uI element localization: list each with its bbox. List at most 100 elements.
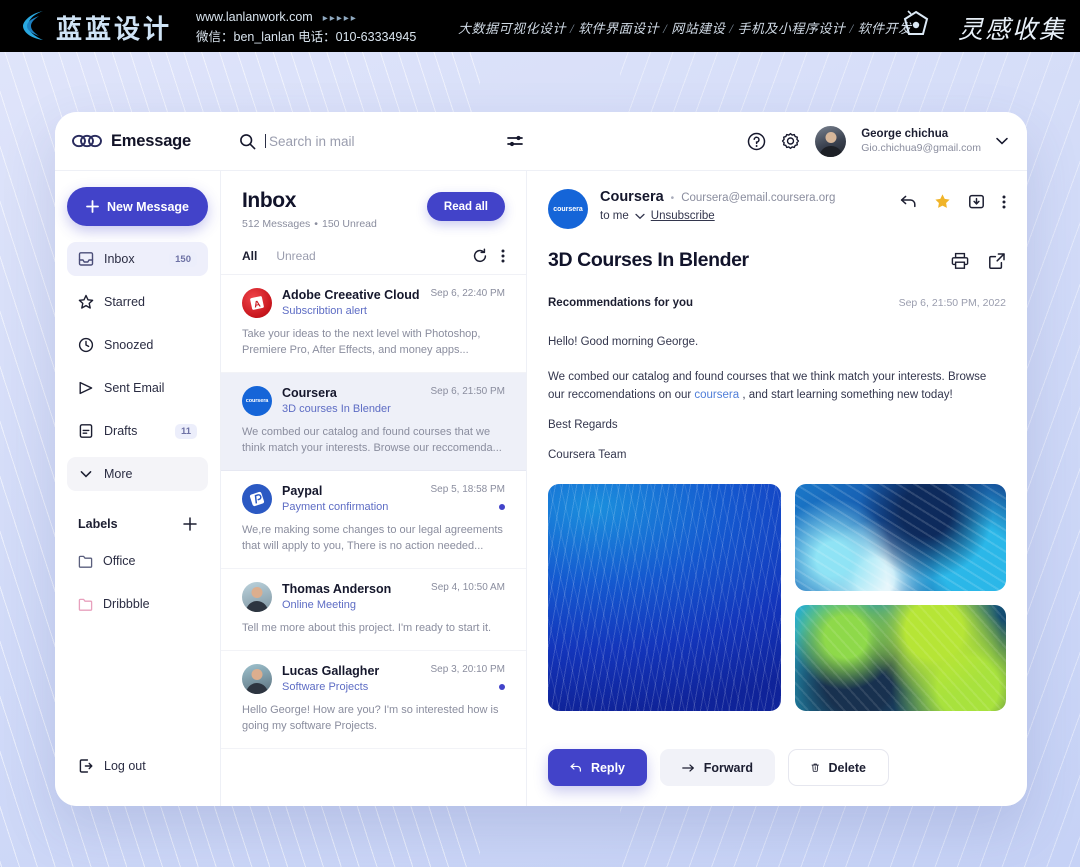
email-signoff: Best Regards — [548, 419, 618, 431]
sidebar-label-text: Dribbble — [103, 597, 150, 611]
filter-icon[interactable] — [507, 134, 524, 148]
detail-sender-email: Coursera@email.coursera.org — [681, 192, 836, 204]
list-header: Inbox 512 Messages • 150 Unread Read all — [221, 171, 526, 240]
sidebar-badge: 150 — [169, 251, 197, 267]
star-icon[interactable] — [934, 193, 951, 210]
contact-photo — [242, 664, 272, 694]
sidebar-badge: 11 — [174, 423, 197, 439]
detail-action-bar: Reply Forward Delete — [548, 731, 1006, 806]
avatar[interactable] — [815, 125, 847, 157]
coursera-link[interactable]: coursera — [694, 389, 739, 401]
chevron-down-icon[interactable] — [996, 137, 1008, 145]
detail-meta-row: Recommendations for you Sep 6, 21:50 PM,… — [548, 297, 1006, 311]
table-row[interactable]: Paypal Payment confirmation Sep 5, 18:58… — [221, 471, 526, 569]
sidebar-label-dribbble[interactable]: Dribbble — [67, 587, 208, 621]
email-body: Hello! Good morning George. We combed ou… — [548, 333, 1006, 476]
chevron-down-icon — [80, 471, 92, 478]
page-title: Inbox — [242, 189, 296, 212]
gallery-image-bottom[interactable] — [795, 605, 1006, 711]
unsubscribe-link[interactable]: Unsubscribe — [651, 210, 715, 222]
email-subject-title: 3D Courses In Blender — [548, 249, 749, 271]
face-head — [251, 669, 263, 681]
email-app-window: Emessage Search in mail George chichua G… — [55, 112, 1027, 806]
star-icon — [78, 294, 94, 309]
inbox-icon — [78, 252, 94, 266]
forward-button[interactable]: Forward — [660, 749, 775, 786]
help-icon[interactable] — [747, 132, 766, 151]
detail-separator: • — [670, 193, 675, 204]
search-input[interactable]: Search in mail — [239, 124, 524, 158]
sidebar-item-sent-email[interactable]: Sent Email — [67, 371, 208, 405]
gear-icon[interactable] — [781, 132, 800, 151]
more-options-icon[interactable] — [501, 248, 505, 264]
table-row[interactable]: A Adobe Creeative Cloud Subscribtion ale… — [221, 275, 526, 373]
app-brand: Emessage — [55, 132, 221, 151]
lanlan-logo-icon — [23, 11, 43, 40]
banner-logo-text: 蓝蓝设计 — [56, 14, 173, 44]
sidebar-label-office[interactable]: Office — [67, 544, 208, 578]
sender-name: Lucas Gallagher — [282, 664, 380, 678]
more-options-icon[interactable] — [1002, 194, 1006, 210]
delete-label: Delete — [828, 760, 866, 775]
sidebar-item-label: Inbox — [104, 252, 135, 266]
read-all-button[interactable]: Read all — [426, 192, 505, 221]
message-date: Sep 6, 21:50 PM — [430, 386, 506, 397]
detail-title-actions — [951, 252, 1006, 270]
reply-button[interactable]: Reply — [548, 749, 647, 786]
topbar-actions: George chichua Gio.chichua9@gmail.com — [747, 125, 1027, 157]
sidebar-item-inbox[interactable]: Inbox 150 — [67, 242, 208, 276]
table-row[interactable]: Thomas Anderson Online Meeting Sep 4, 10… — [221, 569, 526, 651]
archive-icon[interactable] — [968, 193, 985, 210]
banner-wechat-phone: 微信：ben_lanlan 电话：010-63334945 — [196, 30, 417, 44]
inspiration-logo-icon — [903, 10, 929, 35]
inbox-counts: 512 Messages • 150 Unread — [242, 218, 377, 230]
folder-icon — [78, 555, 93, 568]
message-date: Sep 5, 18:58 PM — [430, 484, 506, 495]
unread-indicator — [499, 504, 505, 510]
user-info: George chichua Gio.chichua9@gmail.com — [861, 127, 981, 156]
folder-icon — [78, 598, 93, 611]
chevron-down-icon[interactable] — [635, 213, 645, 220]
avatar-body — [819, 145, 843, 157]
sidebar-item-snoozed[interactable]: Snoozed — [67, 328, 208, 362]
detail-header: coursera Coursera • Coursera@email.cours… — [548, 189, 1006, 229]
new-message-button[interactable]: New Message — [67, 187, 208, 226]
detail-date: Sep 6, 21:50 PM, 2022 — [898, 297, 1006, 309]
email-signature: Coursera Team — [548, 449, 627, 461]
print-icon[interactable] — [951, 252, 969, 270]
sender-name: Thomas Anderson — [282, 582, 392, 596]
table-row[interactable]: coursera Coursera 3D courses In Blender … — [221, 373, 526, 471]
email-greeting: Hello! Good morning George. — [548, 336, 699, 348]
detail-title-row: 3D Courses In Blender — [548, 249, 1006, 272]
reply-icon[interactable] — [900, 194, 917, 209]
clock-icon — [78, 337, 94, 353]
delete-button[interactable]: Delete — [788, 749, 889, 786]
unread-indicator — [499, 684, 505, 690]
sidebar-item-label: More — [104, 467, 133, 481]
add-label-icon[interactable] — [183, 517, 197, 531]
tab-all[interactable]: All — [242, 249, 257, 263]
sidebar-item-starred[interactable]: Starred — [67, 285, 208, 319]
logout-button[interactable]: Log out — [67, 749, 208, 783]
reply-icon — [570, 763, 581, 772]
sender-name: Adobe Creeative Cloud — [282, 288, 420, 302]
messages-count: 512 Messages — [242, 218, 311, 230]
open-external-icon[interactable] — [988, 252, 1006, 270]
sidebar-item-drafts[interactable]: Drafts 11 — [67, 414, 208, 448]
app-body: New Message Inbox 150 Starred Snoozed Se… — [55, 171, 1027, 806]
gallery-image-top[interactable] — [795, 484, 1006, 591]
tab-unread[interactable]: Unread — [276, 249, 315, 263]
sidebar-item-label: Sent Email — [104, 381, 165, 395]
service-item: 大数据可视化设计 — [458, 21, 567, 36]
gallery-image-main[interactable] — [548, 484, 781, 711]
refresh-icon[interactable] — [472, 248, 488, 264]
banner-contact: www.lanlanwork.com ▸▸▸▸▸ 微信：ben_lanlan 电话… — [196, 8, 416, 46]
service-item: 软件界面设计 — [578, 21, 660, 36]
table-row[interactable]: Lucas Gallagher Software Projects Sep 3,… — [221, 651, 526, 749]
plus-icon — [86, 200, 99, 213]
message-date: Sep 6, 22:40 PM — [430, 288, 506, 299]
app-topbar: Emessage Search in mail George chichua G… — [55, 112, 1027, 171]
sidebar-item-more[interactable]: More — [67, 457, 208, 491]
banner-services: 大数据可视化设计 / 软件界面设计 / 网站建设 / 手机及小程序设计 / 软件开发 — [458, 21, 912, 36]
message-preview: We,re making some changes to our legal a… — [242, 524, 503, 552]
